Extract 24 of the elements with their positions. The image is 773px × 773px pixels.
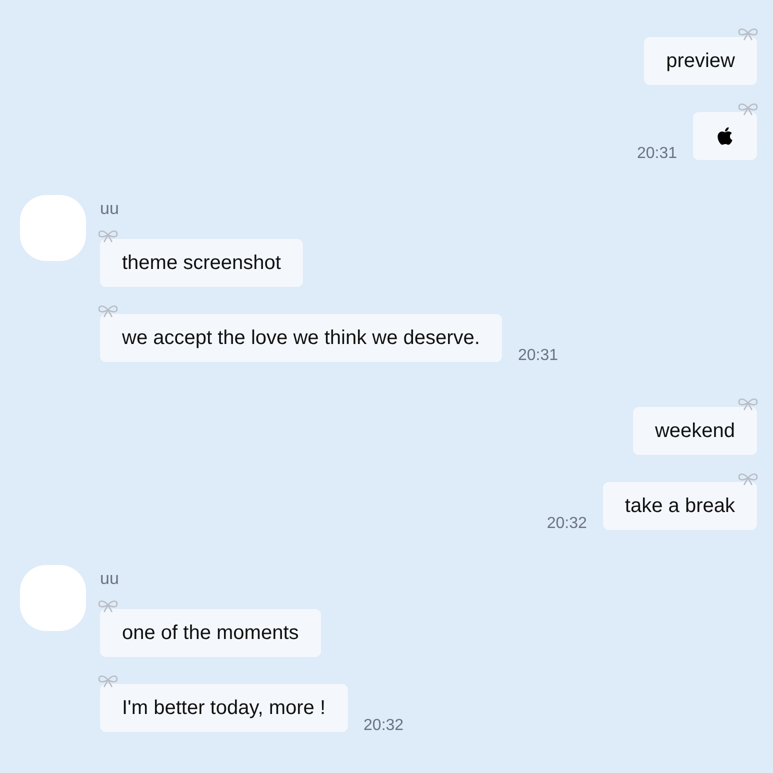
- bow-icon: [737, 397, 759, 411]
- bow-icon: [737, 102, 759, 116]
- message-time: 20:31: [636, 144, 677, 164]
- message-text: take a break: [624, 494, 735, 519]
- bow-icon: [737, 472, 759, 486]
- bow-icon: [97, 674, 119, 688]
- avatar[interactable]: [20, 565, 86, 631]
- bow-icon: [97, 304, 119, 318]
- bow-icon: [737, 27, 759, 41]
- bow-icon: [97, 229, 119, 243]
- avatar[interactable]: [20, 195, 86, 261]
- message-time: 20:31: [518, 346, 558, 366]
- sender-name: uu: [100, 569, 120, 589]
- message-time: 20:32: [364, 716, 404, 736]
- apple-icon: [715, 126, 735, 146]
- message-text: one of the moments: [122, 621, 299, 646]
- message-time: 20:32: [546, 514, 587, 534]
- message-text: preview: [666, 49, 735, 74]
- message-text: I'm better today, more !: [122, 696, 326, 721]
- bow-icon: [97, 599, 119, 613]
- sender-name: uu: [100, 199, 120, 219]
- message-text: we accept the love we think we deserve.: [122, 326, 480, 351]
- message-text: theme screenshot: [122, 251, 281, 276]
- message-text: weekend: [654, 419, 735, 444]
